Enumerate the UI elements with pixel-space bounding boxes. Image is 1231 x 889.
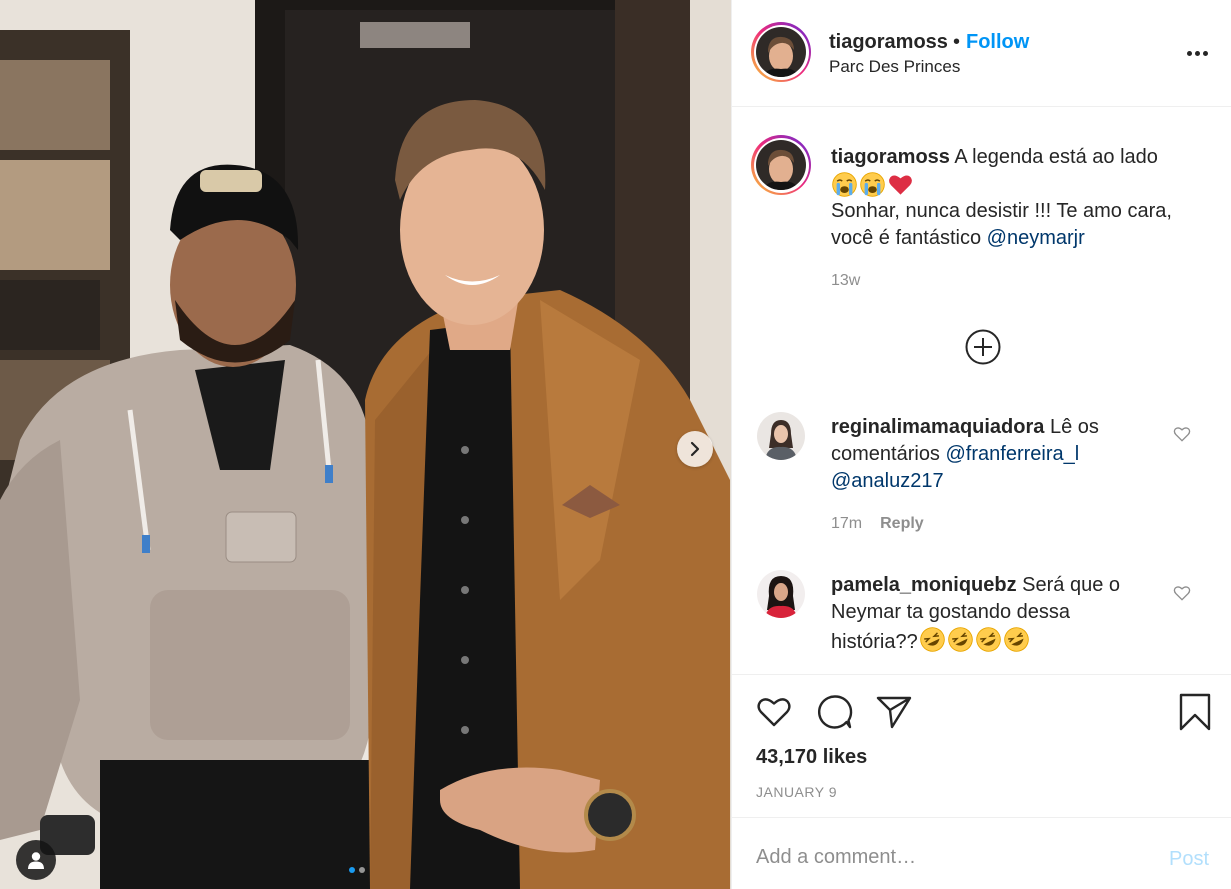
comment-timestamp[interactable]: 17m bbox=[831, 515, 862, 533]
follow-button[interactable]: Follow bbox=[966, 31, 1029, 54]
caption-username[interactable]: tiagoramoss bbox=[831, 146, 950, 168]
comment-input[interactable] bbox=[756, 846, 1136, 869]
avatar bbox=[756, 140, 806, 190]
likes-count[interactable]: 43,170 likes bbox=[756, 746, 867, 769]
comment-heart-icon[interactable] bbox=[1172, 583, 1192, 603]
author-username[interactable]: tiagoramoss bbox=[829, 31, 948, 54]
carousel-dot-active bbox=[349, 867, 355, 873]
comment-text: reginalimamaquiadora Lê os comentários @… bbox=[831, 414, 1161, 495]
carousel-indicator bbox=[349, 867, 365, 873]
post-side-panel: tiagoramoss • Follow Parc Des Princes ti… bbox=[731, 0, 1231, 889]
commenter-avatar[interactable] bbox=[757, 570, 805, 618]
add-comment-bar: Post bbox=[732, 817, 1231, 889]
caption-line-1: A legenda está ao lado bbox=[954, 146, 1158, 168]
comment-meta: 17m Reply bbox=[831, 515, 924, 533]
caption-timestamp[interactable]: 13w bbox=[831, 272, 860, 290]
comment-icon[interactable] bbox=[816, 693, 854, 731]
comment-mention[interactable]: @franferreira_l bbox=[946, 443, 1080, 465]
post-comment-button[interactable]: Post bbox=[1169, 848, 1209, 871]
rolling-laughing-icon bbox=[919, 627, 945, 652]
crying-face-icon bbox=[860, 172, 885, 197]
tagged-users-button[interactable] bbox=[16, 840, 56, 880]
chevron-right-icon bbox=[690, 441, 700, 457]
post-date[interactable]: JANUARY 9 bbox=[756, 784, 837, 800]
reply-button[interactable]: Reply bbox=[880, 515, 924, 533]
post-header: tiagoramoss • Follow Parc Des Princes bbox=[732, 0, 1231, 107]
more-options-icon[interactable] bbox=[1182, 43, 1212, 63]
rolling-laughing-icon bbox=[947, 627, 973, 652]
heart-icon[interactable] bbox=[755, 693, 793, 731]
comment-username[interactable]: pamela_moniquebz bbox=[831, 574, 1017, 596]
action-bar: 43,170 likes JANUARY 9 bbox=[732, 674, 1231, 817]
rolling-laughing-icon bbox=[1003, 627, 1029, 652]
comment-emojis bbox=[919, 626, 1030, 653]
post-location[interactable]: Parc Des Princes bbox=[829, 57, 960, 77]
caption-mention[interactable]: @neymarjr bbox=[987, 227, 1085, 249]
separator-dot: • bbox=[953, 31, 961, 53]
caption-avatar[interactable] bbox=[751, 135, 811, 195]
caption-text: tiagoramoss A legenda está ao lado Sonha… bbox=[831, 144, 1211, 252]
red-heart-icon bbox=[889, 175, 912, 195]
crying-face-icon bbox=[832, 172, 857, 197]
caption-emojis bbox=[831, 171, 1211, 198]
carousel-dot bbox=[359, 867, 365, 873]
bookmark-icon[interactable] bbox=[1176, 693, 1214, 731]
photo-scene bbox=[0, 0, 731, 889]
next-slide-button[interactable] bbox=[677, 431, 713, 467]
commenter-avatar[interactable] bbox=[757, 412, 805, 460]
comment-text: pamela_moniquebz Será que o Neymar ta go… bbox=[831, 572, 1161, 656]
header-avatar[interactable] bbox=[751, 22, 811, 82]
user-silhouette-icon bbox=[28, 852, 44, 869]
rolling-laughing-icon bbox=[975, 627, 1001, 652]
comment-username[interactable]: reginalimamaquiadora bbox=[831, 416, 1044, 438]
comment-mention[interactable]: @analuz217 bbox=[831, 470, 944, 492]
post-photo[interactable] bbox=[0, 0, 731, 889]
avatar bbox=[756, 27, 806, 77]
comment-heart-icon[interactable] bbox=[1172, 424, 1192, 444]
plus-circle-icon[interactable] bbox=[964, 328, 1002, 366]
paper-plane-icon[interactable] bbox=[875, 693, 913, 731]
